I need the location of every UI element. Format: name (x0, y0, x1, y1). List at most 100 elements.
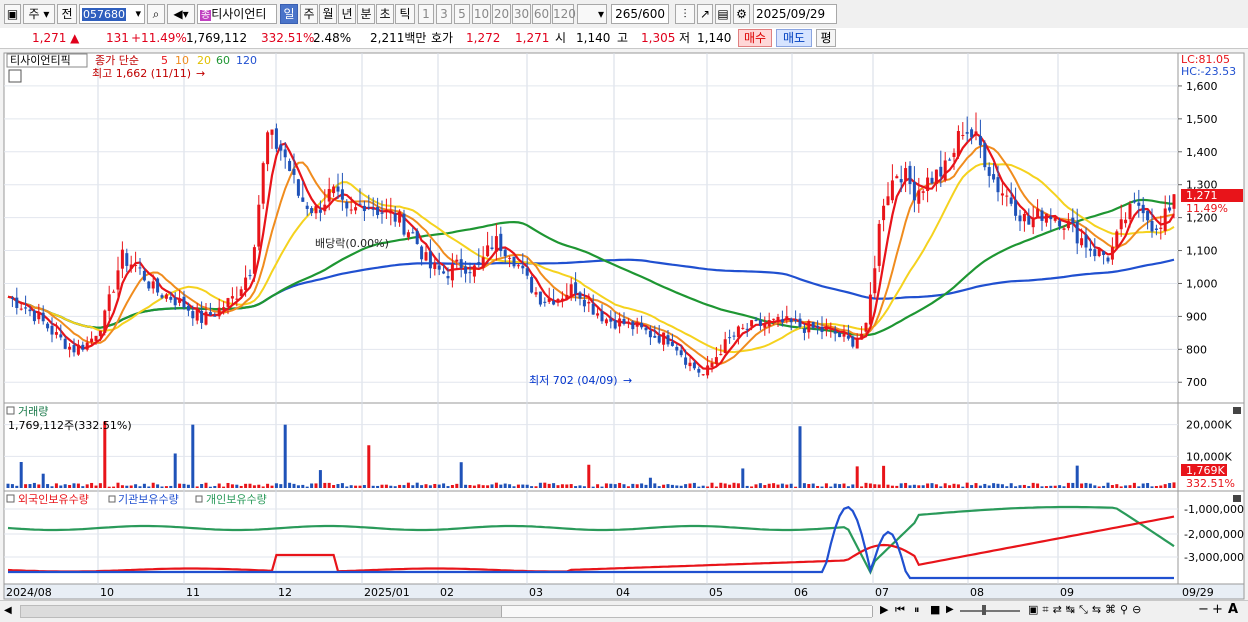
volume-bar (371, 485, 375, 488)
volume-bar (90, 482, 94, 488)
volume-bar (318, 470, 322, 488)
date-field[interactable]: 2025/09/29 ▦ (753, 4, 837, 39)
volume-bar (1110, 485, 1114, 488)
close-panel-icon[interactable] (1233, 407, 1241, 414)
candle-body (789, 318, 793, 323)
candle-body (728, 337, 732, 339)
date-tick-label: 05 (709, 586, 723, 599)
period-second[interactable]: 초 (376, 4, 394, 24)
period-minute[interactable]: 분 (357, 4, 375, 24)
interval-120[interactable]: 120 (552, 4, 576, 24)
period-tick[interactable]: 틱 (395, 4, 415, 24)
volume-bar (54, 483, 58, 488)
average-button[interactable]: 평 (816, 29, 836, 47)
gear-icon[interactable]: ⚙ (733, 4, 750, 24)
candle-body (1084, 234, 1088, 248)
candle-body (547, 298, 551, 302)
candle-body (508, 257, 512, 259)
mode-select[interactable]: 주 ▾ (23, 4, 55, 24)
volume-bar (393, 486, 397, 488)
scroll-right-icon[interactable]: ▶ (880, 603, 888, 616)
search-icon[interactable]: ⌕ (147, 4, 165, 24)
candle-body (679, 350, 683, 356)
draw-tool-icon[interactable]: ↗ (697, 4, 713, 24)
scroll-thumb[interactable] (501, 606, 873, 617)
period-year[interactable]: 년 (338, 4, 356, 24)
volume-bar (1128, 485, 1132, 488)
volume-bar (798, 426, 802, 488)
volume-bar (939, 486, 943, 488)
candle-body (270, 129, 274, 135)
scroll-track[interactable] (20, 605, 873, 618)
volume-bar (785, 484, 789, 488)
period-month[interactable]: 월 (319, 4, 337, 24)
stock-name-field[interactable]: 종티사이언티 (197, 4, 277, 24)
interval-20[interactable]: 20 (492, 4, 511, 24)
prev-button[interactable]: 전 (57, 4, 77, 24)
candle-body (305, 205, 309, 209)
candle-body (882, 205, 886, 221)
candle-body (481, 257, 485, 268)
candle-body (248, 275, 252, 277)
volume-bar (899, 483, 903, 488)
font-size-icon[interactable]: A (1228, 602, 1238, 617)
zoom-in-icon[interactable]: + (1212, 602, 1223, 617)
interval-30[interactable]: 30 (512, 4, 531, 24)
volume-bar (530, 486, 534, 488)
play-back-icon[interactable]: ⏮ (895, 603, 905, 617)
collapse-icon[interactable] (6, 406, 15, 415)
volume-bar (829, 486, 833, 488)
interval-60[interactable]: 60 (532, 4, 551, 24)
volume-bar (974, 483, 978, 488)
close-panel-icon[interactable] (1233, 495, 1241, 502)
scroll-left-icon[interactable]: ◀ (4, 605, 12, 616)
candle-body (754, 319, 758, 321)
buy-button[interactable]: 매수 (738, 29, 772, 47)
candle-body (261, 163, 265, 204)
zoom-slider[interactable] (960, 605, 1020, 615)
candle-type-icon[interactable]: ⫶ (675, 4, 695, 24)
volume-bar (1150, 486, 1154, 488)
stock-chart[interactable]: 2024/08 10 11 12 2025/01 02 03 04 05 06 07 08 09 09/2… (0, 50, 1248, 600)
layout-icon[interactable]: ▣ (4, 4, 21, 24)
volume-bar (239, 485, 243, 488)
candle-body (706, 365, 710, 376)
volume-bar (384, 484, 388, 488)
collapse-icon[interactable] (6, 494, 15, 503)
zoom-slider-thumb[interactable] (982, 605, 986, 615)
volume-bar (1163, 484, 1167, 488)
interval-10[interactable]: 10 (472, 4, 491, 24)
candle-body (992, 174, 996, 180)
candle-body (94, 335, 98, 341)
save-icon[interactable]: ▤ (715, 4, 731, 24)
volume-bar (6, 483, 10, 488)
scrollbar[interactable]: ◀ ▶ ⏮ ⏸ ■ ▶ ▣⌗⇄↹⤡⇆⌘⚲⊖ − + A (0, 600, 1248, 622)
volume-bar (19, 461, 23, 488)
sound-icon[interactable]: ◀▾ (167, 4, 195, 24)
pause-icon[interactable]: ⏸ (914, 603, 920, 617)
calculator-icon[interactable] (8, 69, 22, 83)
legend-ma5: 5 (161, 54, 168, 67)
play-icon[interactable]: ▶ (946, 604, 954, 615)
volume-bar (855, 466, 859, 488)
volume-bar (710, 482, 714, 488)
candle-body (1049, 216, 1053, 220)
interval-3[interactable]: 3 (436, 4, 452, 24)
candle-body (626, 321, 630, 323)
tool-icons[interactable]: ▣⌗⇄↹⤡⇆⌘⚲⊖ (1028, 603, 1145, 617)
bar-count-field[interactable]: 265/600 (611, 4, 669, 24)
interval-1[interactable]: 1 (418, 4, 434, 24)
zoom-out-icon[interactable]: − (1198, 602, 1209, 617)
period-week[interactable]: 주 (300, 4, 318, 24)
sell-button[interactable]: 매도 (776, 29, 812, 47)
candle-body (587, 301, 591, 304)
stop-icon[interactable]: ■ (930, 603, 940, 616)
volume-bar (1115, 484, 1119, 488)
interval-5[interactable]: 5 (454, 4, 470, 24)
candle-body (107, 294, 111, 311)
candle-body (85, 342, 89, 350)
stock-code-input[interactable]: 057680 ▾ (79, 4, 145, 24)
volume-bar (613, 484, 617, 488)
period-day[interactable]: 일 (280, 4, 298, 24)
interval-dropdown[interactable]: ▾ (577, 4, 607, 24)
